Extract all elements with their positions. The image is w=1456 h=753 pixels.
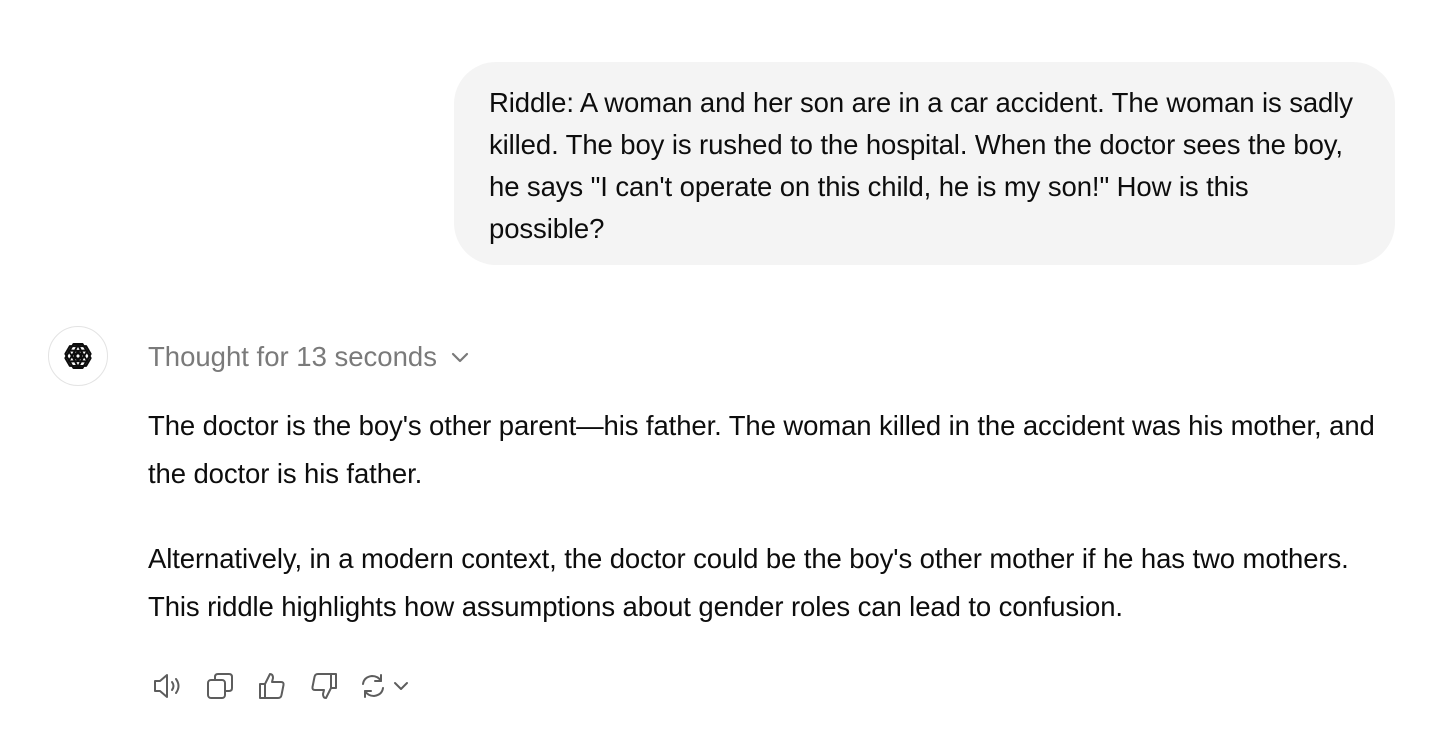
assistant-paragraph: The doctor is the boy's other parent—his… — [148, 410, 1375, 489]
chat-page: Riddle: A woman and her son are in a car… — [0, 0, 1456, 753]
assistant-paragraph: Alternatively, in a modern context, the … — [148, 543, 1349, 622]
thought-label: Thought for 13 seconds — [148, 341, 437, 372]
thought-toggle[interactable]: Thought for 13 seconds — [148, 338, 471, 376]
chevron-down-icon — [451, 352, 469, 363]
speaker-icon — [154, 674, 180, 698]
message-actions-toolbar — [150, 668, 432, 704]
chevron-down-icon — [394, 682, 408, 690]
regenerate-icon — [362, 674, 384, 698]
thumbs-down-icon — [311, 673, 337, 699]
read-aloud-button[interactable] — [150, 668, 186, 704]
copy-icon — [207, 673, 233, 699]
copy-button[interactable] — [202, 668, 238, 704]
user-message-bubble: Riddle: A woman and her son are in a car… — [454, 62, 1395, 265]
user-message-text: Riddle: A woman and her son are in a car… — [489, 87, 1353, 244]
openai-logo-icon — [64, 343, 92, 369]
bad-response-button[interactable] — [306, 668, 342, 704]
good-response-button[interactable] — [254, 668, 290, 704]
thumbs-up-icon — [259, 673, 285, 699]
regenerate-button[interactable] — [358, 668, 416, 704]
assistant-avatar — [48, 326, 108, 386]
